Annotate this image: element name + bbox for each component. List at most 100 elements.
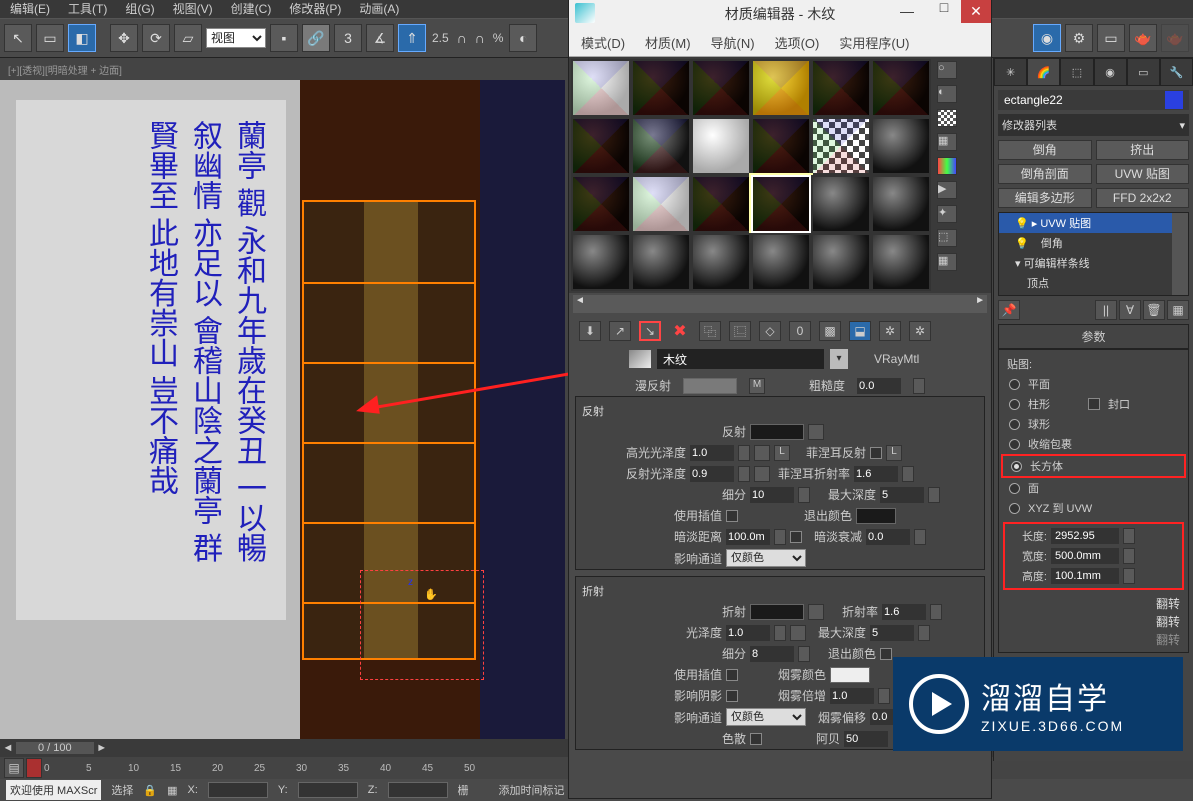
rotate-icon[interactable]: ⟳ (142, 24, 170, 52)
remove-mod-icon[interactable]: 🗑 (1143, 300, 1165, 320)
l-lock-button[interactable]: L (774, 445, 790, 461)
minimize-button[interactable]: — (887, 0, 927, 23)
spinner-buttons[interactable] (738, 445, 750, 461)
frame-display[interactable]: 0 / 100 (16, 742, 94, 754)
go-sibling-icon[interactable]: ✲ (909, 321, 931, 341)
sample-slot[interactable] (751, 233, 811, 291)
y-field[interactable] (298, 782, 358, 798)
pick-material-icon[interactable] (629, 350, 651, 368)
hierarchy-tab-icon[interactable]: ⬚ (1060, 58, 1093, 86)
put-to-lib-icon[interactable]: ◇ (759, 321, 781, 341)
stack-item-uvw[interactable]: 💡 ▸ UVW 贴图 (999, 213, 1188, 233)
sample-slot[interactable] (751, 59, 811, 117)
create-tab-icon[interactable]: ✳ (994, 58, 1027, 86)
exitcolor-swatch[interactable] (856, 508, 896, 524)
sample-slot[interactable] (631, 59, 691, 117)
refl-gloss-spinner[interactable] (690, 466, 734, 482)
put-to-scene-icon[interactable]: ↗ (609, 321, 631, 341)
spinner-buttons[interactable] (930, 604, 942, 620)
map-button[interactable] (790, 625, 806, 641)
spinner-buttons[interactable] (928, 487, 940, 503)
sample-slot[interactable] (631, 175, 691, 233)
viewport-label[interactable]: [+][透视][明暗处理 + 边面] (8, 62, 122, 77)
dimfall-spinner[interactable] (866, 529, 910, 545)
width-input[interactable] (1051, 548, 1119, 564)
spinner-buttons[interactable] (798, 646, 810, 662)
sphere-radio[interactable] (1009, 419, 1020, 430)
box-radio[interactable] (1011, 461, 1022, 472)
menu-animation[interactable]: 动画(A) (359, 0, 399, 18)
sample-slot[interactable] (691, 59, 751, 117)
useinterp2-checkbox[interactable] (726, 669, 738, 681)
video-check-icon[interactable] (937, 157, 957, 175)
cyl-radio[interactable] (1009, 399, 1020, 410)
show-map-icon[interactable]: ▩ (819, 321, 841, 341)
sample-slot[interactable] (811, 233, 871, 291)
length-input[interactable] (1051, 528, 1119, 544)
fogcolor-swatch[interactable] (830, 667, 870, 683)
sample-slot[interactable] (571, 59, 631, 117)
spinner-buttons[interactable] (918, 625, 930, 641)
sample-slot[interactable] (691, 233, 751, 291)
affect-channel-select[interactable]: 仅颜色 (726, 549, 806, 567)
motion-tab-icon[interactable]: ◉ (1094, 58, 1127, 86)
pin-stack-icon[interactable]: 📌 (998, 300, 1020, 320)
sample-slot[interactable] (571, 233, 631, 291)
menu-group[interactable]: 组(G) (125, 0, 154, 18)
fogmult-spinner[interactable] (830, 688, 874, 704)
spinner-buttons[interactable] (902, 466, 914, 482)
affectshadow-checkbox[interactable] (726, 690, 738, 702)
options-icon[interactable]: ✦ (937, 205, 957, 223)
make-unique2-icon[interactable]: ∀ (1119, 300, 1141, 320)
render-icon[interactable]: 🫖 (1129, 24, 1157, 52)
make-copy-icon[interactable]: ⿻ (699, 321, 721, 341)
sample-slot[interactable] (871, 59, 931, 117)
material-name-dropdown[interactable]: ▾ (830, 349, 848, 369)
me-menu-mode[interactable]: 模式(D) (581, 33, 625, 52)
backlight-icon[interactable]: ◐ (937, 85, 957, 103)
make-unique-icon[interactable]: ⿺ (729, 321, 751, 341)
reset-map-icon[interactable]: ✖ (669, 321, 691, 341)
configure-sets-icon[interactable]: ▦ (1167, 300, 1189, 320)
magnet2-icon[interactable]: ∩ (473, 24, 487, 52)
me-menu-util[interactable]: 实用程序(U) (839, 33, 909, 52)
move-icon[interactable]: ✥ (110, 24, 138, 52)
snap-3d-icon[interactable]: 3 (334, 24, 362, 52)
dispersion-checkbox[interactable] (750, 733, 762, 745)
select-arrow-icon[interactable]: ↖ (4, 24, 32, 52)
me-menu-material[interactable]: 材质(M) (645, 33, 691, 52)
sample-slot[interactable] (631, 117, 691, 175)
sample-slot[interactable] (571, 175, 631, 233)
menu-views[interactable]: 视图(V) (173, 0, 213, 18)
maxdepth-spinner[interactable] (880, 487, 924, 503)
close-button[interactable]: ✕ (961, 0, 991, 23)
sample-slot[interactable] (871, 233, 931, 291)
dimdist-checkbox[interactable] (790, 531, 802, 543)
sample-slot[interactable] (811, 59, 871, 117)
map-button[interactable] (754, 445, 770, 461)
display-tab-icon[interactable]: ▭ (1127, 58, 1160, 86)
me-menu-nav[interactable]: 导航(N) (711, 33, 755, 52)
diffuse-map-button[interactable]: M (749, 378, 765, 394)
menu-tools[interactable]: 工具(T) (68, 0, 107, 18)
make-preview-icon[interactable]: ▶ (937, 181, 957, 199)
next-frame-icon[interactable]: ► (94, 742, 110, 754)
maximize-button[interactable]: □ (929, 0, 959, 23)
trackbar-toggle-icon[interactable]: ▤ (4, 758, 24, 778)
command-panel-tabs[interactable]: ✳ 🌈 ⬚ ◉ ▭ 🔧 (994, 58, 1193, 86)
assign-to-selection-icon[interactable]: ↘ (639, 321, 661, 341)
show-end-result-icon[interactable]: ⬓ (849, 321, 871, 341)
spinner-buttons[interactable] (913, 378, 925, 394)
matid-channel-icon[interactable]: 0 (789, 321, 811, 341)
go-parent-icon[interactable]: ✲ (879, 321, 901, 341)
menu-edit[interactable]: 编辑(E) (10, 0, 50, 18)
spinner-buttons[interactable] (798, 487, 810, 503)
sample-slot[interactable] (691, 117, 751, 175)
matid-icon[interactable]: ▦ (937, 253, 957, 271)
material-editor-titlebar[interactable]: 材质编辑器 - 木纹 — □ ✕ (569, 0, 991, 29)
render-setup-icon[interactable]: ⚙ (1065, 24, 1093, 52)
stack-scrollbar[interactable] (1172, 213, 1188, 295)
link-icon[interactable]: 🔗 (302, 24, 330, 52)
spinner-buttons[interactable] (1123, 528, 1135, 544)
xyz-radio[interactable] (1009, 503, 1020, 514)
